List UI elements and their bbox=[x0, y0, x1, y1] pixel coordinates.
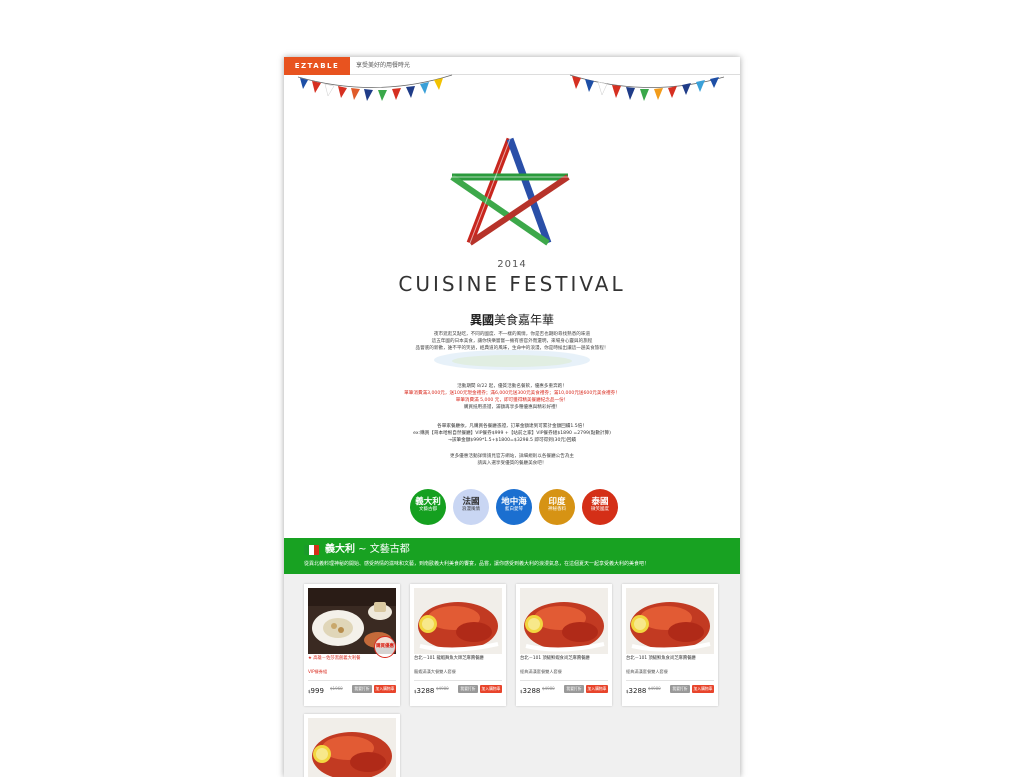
promo-line: 單筆消費滿 5,000 元，即可獲得精美餐廳紀念品一份！ bbox=[455, 398, 569, 403]
original-price: $4980 bbox=[648, 686, 661, 691]
italy-section-header: 義大利 ~ 文藝古都 從異北義料理神秘的開始、感受熱情的滋味和文藝，到南歐義大利… bbox=[284, 538, 740, 574]
food-photo bbox=[626, 588, 714, 654]
price-value: 3288 bbox=[416, 687, 435, 695]
product-card[interactable]: 購買優惠 ★ 高雄－佐莎黑創義大利餐 VIP餐券組 $999 $1960 我要打… bbox=[304, 584, 400, 706]
promo-line: 購買抵用憑證，滿額再享多種優惠與精彩好禮！ bbox=[463, 405, 561, 410]
food-photo bbox=[308, 718, 396, 777]
italy-title: 義大利 ~ 文藝古都 bbox=[325, 543, 410, 557]
hero-section: 2014 CUISINE FESTIVAL 異國美食嘉年華 夜市逛逛又點吃，不同… bbox=[284, 75, 740, 538]
promo-line: 各單家餐廳依，凡購買各餐廳憑證，訂單金額達到可累計金額回饋1.5倍！ bbox=[437, 424, 587, 429]
promo-line: 請與入選享受優質的餐廳美食吧！ bbox=[477, 461, 547, 466]
festival-subtitle: 異國美食嘉年華 bbox=[284, 311, 740, 328]
product-name: 台北－101 龍蝦舞魚大師芝麻醬餐廳 bbox=[414, 656, 484, 661]
circle-title: 法國 bbox=[462, 497, 480, 507]
circle-sub: 微笑國度 bbox=[591, 507, 609, 512]
italy-title-rest: ~ 文藝古都 bbox=[355, 544, 410, 555]
original-price: $4980 bbox=[436, 686, 449, 691]
italy-description: 從異北義料理神秘的開始、感受熱情的滋味和文藝，到南歐義大利美食的饗宴，品嘗，讓你… bbox=[304, 561, 650, 567]
promo-line: ex:購買【哥本哈根自然餐廳】VIP餐券$999 +【站前之家】VIP餐券組$1… bbox=[413, 431, 611, 436]
divider bbox=[626, 680, 714, 681]
cuisine-circle-france[interactable]: 法國 浪漫風情 bbox=[453, 489, 489, 525]
promo-text: 活動期間 8/22 起，優質活動名餐飲，優惠多重奔跑！ 單筆消費滿3,000元，… bbox=[364, 383, 660, 411]
intro-line: 品嘗底的新歡，誰不平的笑語，經典道的風味，生命中的浪漫，你是時候出讓這一趟美食旅… bbox=[415, 346, 609, 351]
promo-line: 單筆消費滿3,000元，送100元現金禮券；滿6,000元送300元美食禮券；滿… bbox=[404, 391, 620, 396]
product-note: VIP餐券組 bbox=[308, 669, 328, 674]
product-name: ★ 高雄－佐莎黑創義大利餐 bbox=[308, 656, 361, 661]
circle-title: 地中海 bbox=[501, 497, 527, 507]
intro-line: 這五年國的日本美食，讓你快樂嘗嘗一擁有感官外而還明，來場身心靈與的旅程 bbox=[431, 339, 593, 344]
food-photo bbox=[520, 588, 608, 654]
circle-title: 泰國 bbox=[591, 497, 609, 507]
promo-line: →該筆金額$999*1.5+$1800=$3298.5 即可得到(30元)回饋 bbox=[448, 438, 576, 443]
add-to-cart-button[interactable]: 加入購物車 bbox=[586, 685, 608, 693]
tagline: 享受美好的用餐時光 bbox=[356, 62, 411, 69]
product-card[interactable]: 台北－101 龍蝦舞魚大師芝麻醬餐廳 龍蝦滿漢大餐雙人套餐 $3288 $498… bbox=[410, 584, 506, 706]
price-value: 3288 bbox=[522, 687, 541, 695]
original-price: $4980 bbox=[542, 686, 555, 691]
food-photo bbox=[414, 588, 502, 654]
divider bbox=[414, 680, 502, 681]
page-frame: EZTABLE 享受美好的用餐時光 2014 CUISINE FESTIVAL … bbox=[284, 57, 740, 777]
product-note: 龍蝦滿漢大餐雙人套餐 bbox=[414, 669, 456, 674]
cuisine-circle-thailand[interactable]: 泰國 微笑國度 bbox=[582, 489, 618, 525]
circle-title: 印度 bbox=[548, 497, 566, 507]
product-card[interactable]: 台北－101 頂級鮮魚食尚芝麻醬餐廳 經典滿漢套餐雙人套餐 $3288 $498… bbox=[622, 584, 718, 706]
add-to-cart-button[interactable]: 加入購物車 bbox=[480, 685, 502, 693]
discount-button[interactable]: 我要打折 bbox=[458, 685, 478, 693]
festival-year: 2014 bbox=[497, 259, 527, 270]
original-price: $1960 bbox=[330, 686, 343, 691]
promo-line: 更多優惠活動詳情請見官方網站，詳細規則以各餐廳公告為主 bbox=[449, 454, 575, 459]
add-to-cart-button[interactable]: 加入購物車 bbox=[374, 685, 396, 693]
product-name: 台北－101 頂級鮮蝦食尚芝麻醬餐廳 bbox=[520, 656, 590, 661]
subtitle-rest: 美食嘉年華 bbox=[494, 313, 555, 327]
add-to-cart-button[interactable]: 加入購物車 bbox=[692, 685, 714, 693]
product-price: $999 bbox=[308, 687, 324, 695]
circle-sub: 藍白愛琴 bbox=[505, 507, 523, 512]
product-card[interactable]: 台北－101 頂級鮮蝦食尚芝麻醬餐廳 經典滿漢套餐雙人套餐 $3288 $498… bbox=[516, 584, 612, 706]
circle-title: 義大利 bbox=[415, 497, 441, 507]
cuisine-circle-mediterranean[interactable]: 地中海 藍白愛琴 bbox=[496, 489, 532, 525]
italy-title-bold: 義大利 bbox=[325, 544, 355, 555]
promo-stamp: 購買優惠 bbox=[374, 636, 396, 658]
subtitle-bold: 異國 bbox=[469, 313, 494, 327]
divider bbox=[520, 680, 608, 681]
discount-button[interactable]: 我要打折 bbox=[352, 685, 372, 693]
product-name: 台北－101 頂級鮮魚食尚芝麻醬餐廳 bbox=[626, 656, 696, 661]
promo-text-2: 各單家餐廳依，凡購買各餐廳憑證，訂單金額達到可累計金額回饋1.5倍！ ex:購買… bbox=[364, 423, 660, 444]
festival-star-logo bbox=[450, 137, 570, 246]
circle-sub: 文藝古都 bbox=[419, 507, 437, 512]
product-grid: 購買優惠 ★ 高雄－佐莎黑創義大利餐 VIP餐券組 $999 $1960 我要打… bbox=[284, 574, 740, 777]
discount-button[interactable]: 我要打折 bbox=[670, 685, 690, 693]
product-price: $3288 bbox=[626, 687, 647, 695]
product-price: $3288 bbox=[520, 687, 541, 695]
cuisine-circle-india[interactable]: 印度 神秘香料 bbox=[539, 489, 575, 525]
divider bbox=[308, 680, 396, 681]
promo-text-3: 更多優惠活動詳情請見官方網站，詳細規則以各餐廳公告為主 請與入選享受優質的餐廳美… bbox=[364, 453, 660, 467]
circle-sub: 浪漫風情 bbox=[462, 507, 480, 512]
festival-title: CUISINE FESTIVAL bbox=[398, 272, 626, 296]
product-note: 經典滿漢套餐雙人套餐 bbox=[520, 669, 562, 674]
cuisine-circle-italy[interactable]: 義大利 文藝古都 bbox=[410, 489, 446, 525]
cuisine-nav: 義大利 文藝古都 法國 浪漫風情 地中海 藍白愛琴 印度 神秘香料 泰國 微笑國… bbox=[406, 489, 626, 529]
intro-line: 夜市逛逛又點吃，不同的國度、不一樣的風情，你是否也期盼尋找熟悉的味道 bbox=[433, 332, 591, 337]
discount-button[interactable]: 我要打折 bbox=[564, 685, 584, 693]
intro-text: 夜市逛逛又點吃，不同的國度、不一樣的風情，你是否也期盼尋找熟悉的味道 這五年國的… bbox=[364, 331, 660, 352]
italy-flag-icon bbox=[304, 545, 319, 555]
price-value: 3288 bbox=[628, 687, 647, 695]
circle-sub: 神秘香料 bbox=[548, 507, 566, 512]
product-note: 經典滿漢套餐雙人套餐 bbox=[626, 669, 668, 674]
promo-line: 活動期間 8/22 起，優質活動名餐飲，優惠多重奔跑！ bbox=[457, 384, 567, 389]
price-value: 999 bbox=[310, 687, 324, 695]
product-price: $3288 bbox=[414, 687, 435, 695]
